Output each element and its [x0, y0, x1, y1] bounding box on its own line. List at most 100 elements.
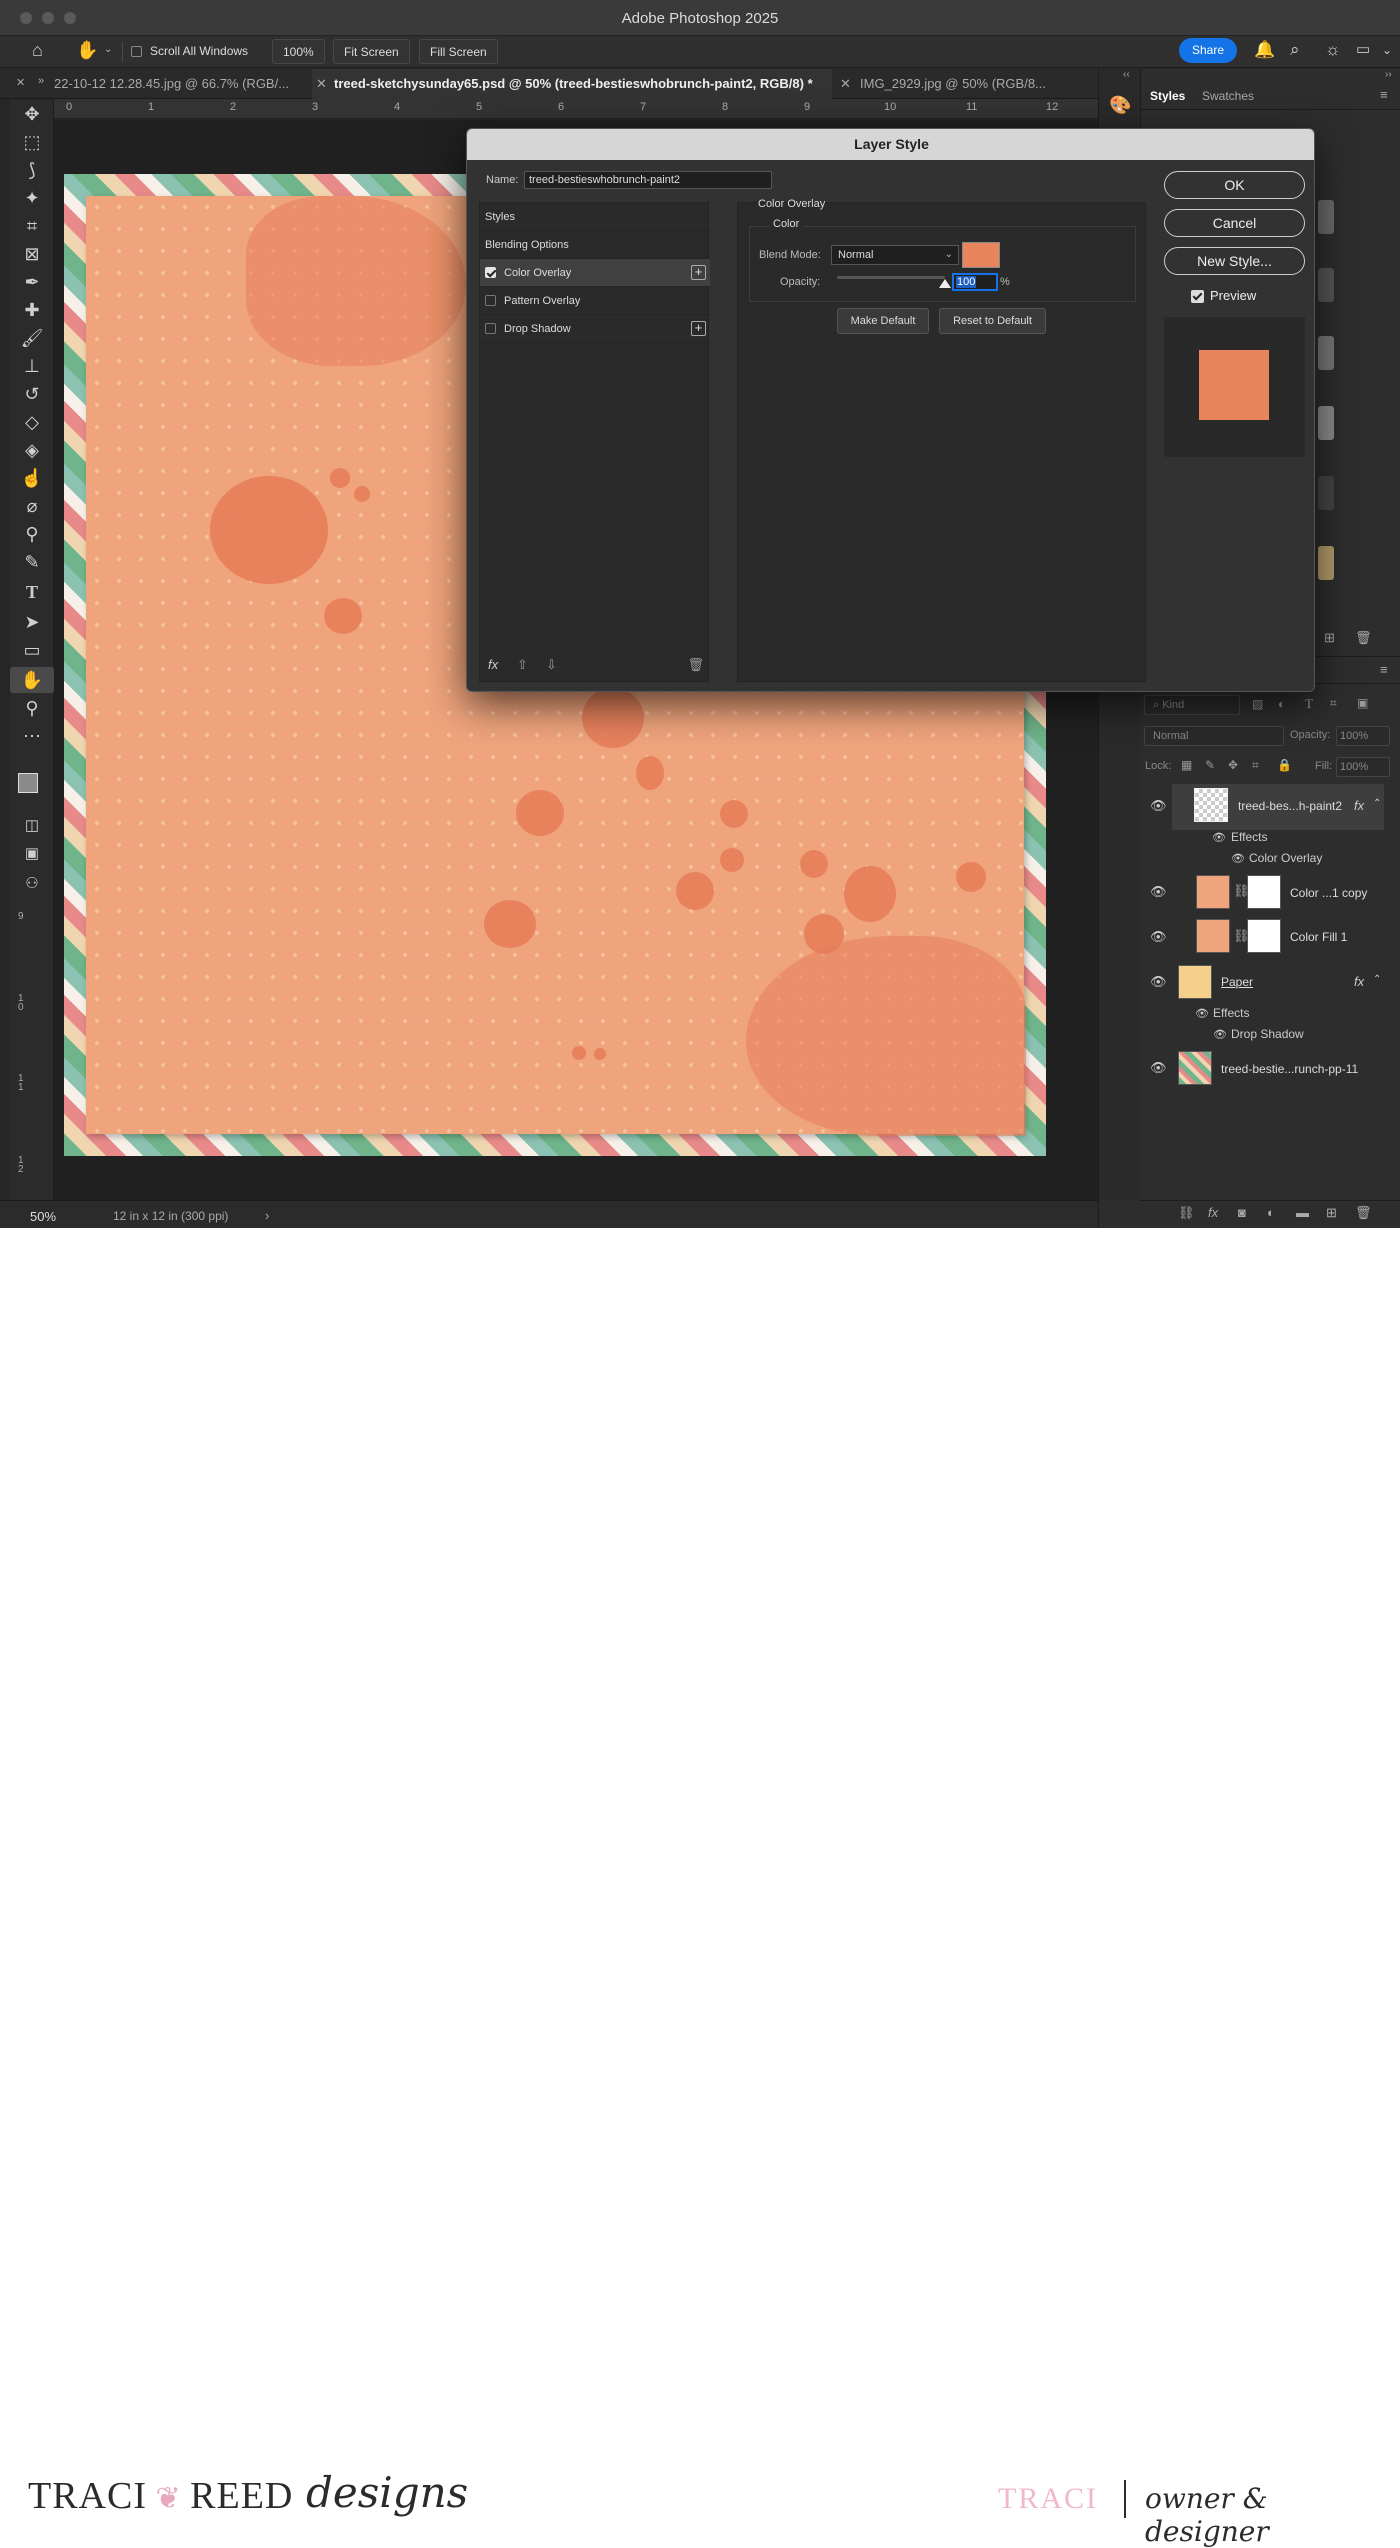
new-style-button[interactable]: New Style...	[1164, 247, 1305, 275]
screen-mode-icon[interactable]: ▣	[10, 841, 54, 867]
group-folder-icon[interactable]: ▬	[1296, 1205, 1309, 1220]
visibility-eye-icon[interactable]: 👁	[1150, 884, 1167, 900]
filter-shape-icon[interactable]: ⌗	[1330, 696, 1337, 711]
trash-icon[interactable]: 🗑	[1355, 1205, 1372, 1221]
pen-tool-icon[interactable]: ✎	[10, 549, 54, 575]
blur-tool-icon[interactable]: ⌀	[10, 493, 54, 519]
style-preset-swatch[interactable]	[1318, 200, 1334, 234]
status-menu-chevron-icon[interactable]: ›	[265, 1208, 269, 1223]
visibility-eye-icon[interactable]: 👁	[1213, 1028, 1227, 1041]
layer-filter-kind[interactable]: ⌕ Kind	[1144, 695, 1240, 715]
close-icon[interactable]: ✕	[316, 69, 327, 99]
new-layer-icon[interactable]: ⊞	[1326, 1205, 1337, 1221]
scroll-all-windows-checkbox[interactable]	[131, 46, 142, 57]
layer-thumbnail[interactable]	[1178, 1051, 1212, 1085]
collapse-chevron-icon[interactable]: ‹‹	[1123, 69, 1130, 80]
lock-transparent-icon[interactable]: ▦	[1181, 758, 1192, 772]
trash-icon[interactable]: 🗑	[1355, 630, 1372, 646]
fx-menu-icon[interactable]: fx	[488, 657, 498, 672]
crop-tool-icon[interactable]: ⌗	[10, 213, 54, 239]
visibility-eye-icon[interactable]: 👁	[1195, 1007, 1209, 1020]
close-icon[interactable]: ✕	[16, 76, 25, 89]
make-default-button[interactable]: Make Default	[837, 308, 929, 334]
visibility-eye-icon[interactable]: 👁	[1150, 798, 1167, 814]
zoom-tool-icon[interactable]: ⚲	[10, 695, 54, 721]
lock-artboard-icon[interactable]: ⌗	[1252, 758, 1259, 773]
color-overlay-checkbox[interactable]	[485, 267, 496, 278]
effect-drop-shadow[interactable]: Drop Shadow	[1231, 1027, 1304, 1041]
foreground-color-swatch[interactable]	[18, 773, 38, 793]
tab-document-1[interactable]: 22-10-12 12.28.45.jpg @ 66.7% (RGB/...	[54, 69, 304, 99]
layer-name-field[interactable]: treed-bestieswhobrunch-paint2	[524, 171, 772, 189]
style-preset-swatch[interactable]	[1318, 268, 1334, 302]
style-list-header[interactable]: Styles	[480, 203, 710, 231]
adjustment-layer-icon[interactable]: ◐	[1267, 1205, 1275, 1220]
color-overlay-item[interactable]: Color Overlay +	[480, 259, 710, 287]
more-tools-icon[interactable]: ⋯	[10, 723, 54, 749]
zoom-level[interactable]: 50%	[30, 1209, 56, 1224]
trash-icon[interactable]: 🗑	[687, 657, 704, 673]
fill-screen-button[interactable]: Fill Screen	[419, 39, 498, 64]
style-preset-swatch[interactable]	[1318, 406, 1334, 440]
pattern-overlay-checkbox[interactable]	[485, 295, 496, 306]
paint-bucket-tool-icon[interactable]: ◈	[10, 437, 54, 463]
opacity-slider-track[interactable]	[837, 276, 945, 279]
tab-styles[interactable]: Styles	[1150, 89, 1185, 103]
dodge-tool-icon[interactable]: ⚲	[10, 521, 54, 547]
style-preset-swatch[interactable]	[1318, 476, 1334, 510]
filter-smart-object-icon[interactable]: ▣	[1357, 696, 1368, 710]
layer-mask-thumbnail[interactable]	[1247, 875, 1281, 909]
layer-opacity-field[interactable]: 100%	[1336, 726, 1390, 746]
path-selection-tool-icon[interactable]: ➤	[10, 609, 54, 635]
lock-image-icon[interactable]: ✎	[1205, 758, 1215, 772]
layer-fill-field[interactable]: 100%	[1336, 757, 1390, 777]
home-icon[interactable]: ⌂	[32, 40, 43, 61]
tab-swatches[interactable]: Swatches	[1202, 89, 1254, 103]
zoom-100-button[interactable]: 100%	[272, 39, 325, 64]
type-tool-icon[interactable]: T	[10, 579, 54, 605]
pattern-overlay-item[interactable]: Pattern Overlay	[480, 287, 710, 315]
smudge-tool-icon[interactable]: ☝	[10, 465, 54, 491]
ok-button[interactable]: OK	[1164, 171, 1305, 199]
layer-fx-icon[interactable]: fx	[1354, 798, 1364, 813]
chevron-down-icon[interactable]: ⌄	[1382, 43, 1392, 57]
reset-to-default-button[interactable]: Reset to Default	[939, 308, 1046, 334]
double-chevron-icon[interactable]: »	[38, 75, 44, 87]
collapse-effects-icon[interactable]: ⌃	[1373, 974, 1381, 985]
tab-document-3[interactable]: ✕ IMG_2929.jpg @ 50% (RGB/8...	[838, 69, 1058, 99]
preview-checkbox[interactable]	[1191, 290, 1204, 303]
blending-options-item[interactable]: Blending Options	[480, 231, 710, 259]
history-brush-tool-icon[interactable]: ↺	[10, 381, 54, 407]
layer-thumbnail[interactable]	[1196, 875, 1230, 909]
marquee-tool-icon[interactable]: ⬚	[10, 129, 54, 155]
hand-tool-icon[interactable]: ✋	[76, 40, 98, 61]
layer-thumbnail[interactable]	[1178, 965, 1212, 999]
visibility-eye-icon[interactable]: 👁	[1150, 1060, 1167, 1076]
layer-fx-icon[interactable]: fx	[1354, 974, 1364, 989]
fit-screen-button[interactable]: Fit Screen	[333, 39, 410, 64]
eraser-tool-icon[interactable]: ◇	[10, 409, 54, 435]
lightbulb-icon[interactable]: ☼	[1325, 40, 1341, 60]
search-icon[interactable]: ⌕	[1290, 40, 1300, 60]
add-effect-plus-icon[interactable]: +	[691, 265, 706, 280]
layer-name[interactable]: treed-bes...h-paint2	[1238, 799, 1342, 813]
move-up-icon[interactable]: ⇧	[517, 657, 528, 673]
layer-name[interactable]: Paper	[1221, 975, 1253, 989]
chevron-down-icon[interactable]: ⌄	[104, 44, 112, 55]
new-style-icon[interactable]: ⊞	[1324, 630, 1335, 646]
close-icon[interactable]: ✕	[840, 69, 851, 99]
brush-tool-icon[interactable]: 🖌	[10, 325, 54, 351]
magic-wand-tool-icon[interactable]: ✦	[10, 185, 54, 211]
filter-pixel-icon[interactable]: ▨	[1252, 697, 1263, 711]
palette-icon[interactable]: 🎨	[1109, 95, 1131, 116]
visibility-eye-icon[interactable]: 👁	[1150, 974, 1167, 990]
layer-name[interactable]: Color ...1 copy	[1290, 886, 1367, 900]
add-effect-plus-icon[interactable]: +	[691, 321, 706, 336]
style-preset-swatch[interactable]	[1318, 546, 1334, 580]
layer-thumbnail[interactable]	[1194, 788, 1228, 822]
style-preset-swatch[interactable]	[1318, 336, 1334, 370]
lock-all-icon[interactable]: 🔒	[1277, 758, 1292, 772]
share-button[interactable]: Share	[1179, 38, 1237, 63]
cancel-button[interactable]: Cancel	[1164, 209, 1305, 237]
panel-menu-icon[interactable]: ≡	[1380, 662, 1388, 677]
